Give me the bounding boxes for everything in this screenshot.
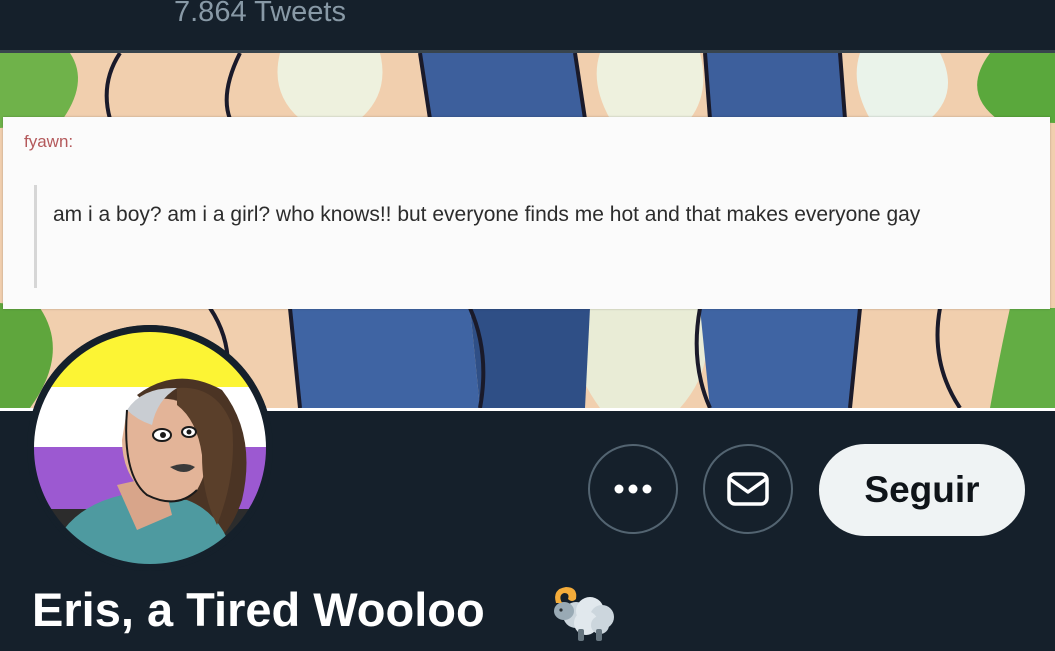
quote-bar xyxy=(34,185,37,288)
sheep-emoji-icon xyxy=(554,587,614,641)
follow-button[interactable]: Seguir xyxy=(819,444,1025,536)
profile-header-bar: 7.864 Tweets xyxy=(0,0,1055,50)
more-options-button[interactable] xyxy=(588,444,678,534)
quote-card: fyawn: am i a boy? am i a girl? who know… xyxy=(3,117,1050,309)
display-name: Eris, a Tired Wooloo xyxy=(32,583,485,636)
avatar[interactable] xyxy=(27,325,273,571)
profile-page: 7.864 Tweets fyawn: am i a boy? am i a g… xyxy=(0,0,1055,651)
more-horizontal-icon xyxy=(614,484,652,494)
tweet-count: 7.864 Tweets xyxy=(174,0,346,28)
quote-text: am i a boy? am i a girl? who knows!! but… xyxy=(53,203,921,226)
quote-author: fyawn: xyxy=(24,132,74,151)
avatar-illustration xyxy=(27,325,273,571)
message-button[interactable] xyxy=(703,444,793,534)
envelope-icon xyxy=(727,472,769,506)
